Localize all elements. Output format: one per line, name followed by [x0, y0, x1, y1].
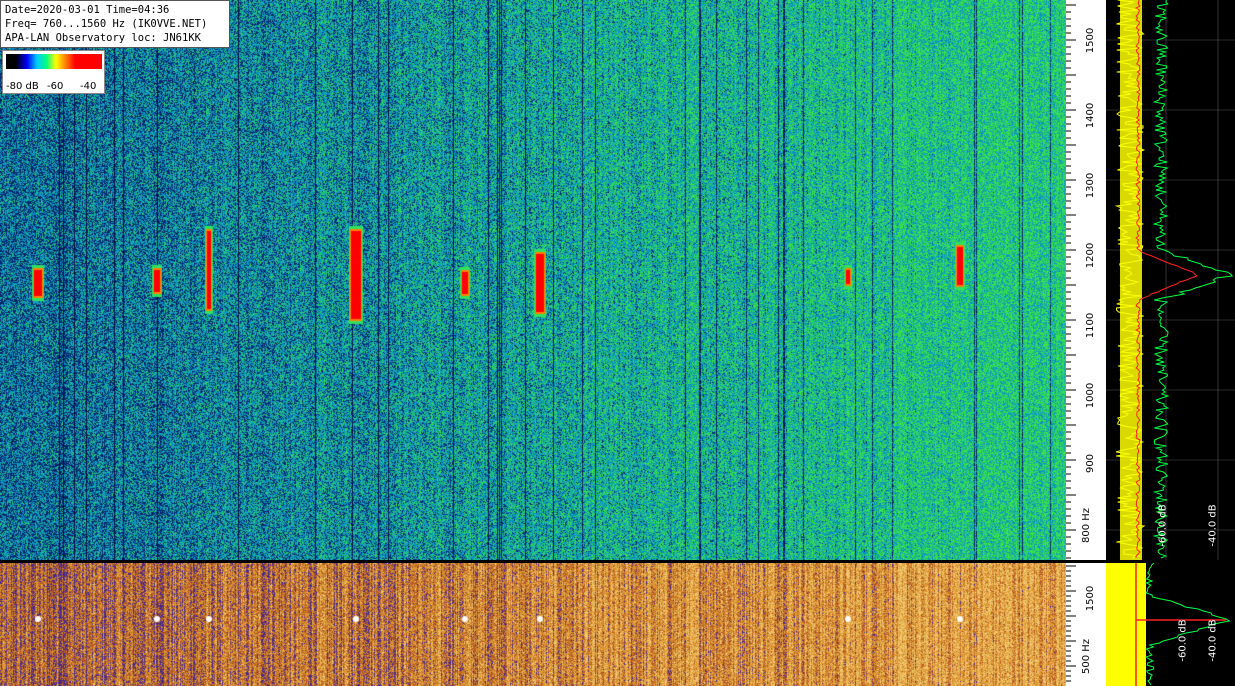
spectrum-main-plot — [1106, 0, 1235, 560]
info-box: Date=2020-03-01 Time=04:36 Freq= 760...1… — [0, 0, 230, 48]
tick-1400: 1400 — [1085, 102, 1097, 129]
spectrum-wide-db-high: -40.0 dB — [1207, 619, 1219, 662]
spectrum-main-db-high: -40.0 dB — [1207, 504, 1219, 547]
waterfall-main — [0, 0, 1066, 560]
spectrum-main: -60.0 dB -40.0 dB — [1106, 0, 1235, 560]
tick-1200: 1200 — [1085, 242, 1097, 269]
spectrum-wide-db-low: -60.0 dB — [1177, 619, 1189, 662]
frequency-axis-wide: 1500 500 Hz — [1066, 563, 1106, 686]
info-observatory: APA-LAN Observatory loc: JN61KK — [5, 32, 201, 44]
legend-label-mid: -60 — [47, 81, 64, 92]
tick-1500: 1500 — [1085, 27, 1097, 54]
legend-label-min: -80 dB — [6, 81, 39, 92]
waterfall-wide — [0, 563, 1066, 686]
tick-1100: 1100 — [1085, 312, 1097, 339]
tick-1300: 1300 — [1085, 172, 1097, 199]
frequency-axis-main: 1500 1400 1300 1200 1100 1000 900 800 Hz — [1066, 0, 1106, 560]
spectrum-main-db-low: -60.0 dB — [1157, 504, 1169, 547]
tick-wide-500: 500 Hz — [1081, 638, 1093, 675]
color-scale-bar — [6, 54, 102, 69]
info-frequency: Freq= 760...1560 Hz (IK0VVE.NET) — [5, 18, 208, 30]
info-date-time: Date=2020-03-01 Time=04:36 — [5, 4, 170, 16]
tick-800: 800 Hz — [1081, 507, 1093, 544]
spectrum-wide-fill — [1106, 563, 1146, 686]
tick-wide-1500: 1500 — [1085, 585, 1097, 612]
color-scale-labels: -80 dB -60 -40 — [5, 81, 105, 93]
waterfall-main-canvas — [0, 0, 1066, 560]
color-scale-legend: -80 dB -60 -40 — [2, 50, 105, 94]
legend-label-max: -40 — [80, 81, 97, 92]
spectrum-wide: -60.0 dB -40.0 dB — [1106, 563, 1235, 686]
tick-900: 900 — [1085, 453, 1097, 474]
waterfall-wide-canvas — [0, 563, 1066, 686]
frequency-axis-main-ticks — [1066, 4, 1076, 559]
tick-1000: 1000 — [1085, 382, 1097, 409]
